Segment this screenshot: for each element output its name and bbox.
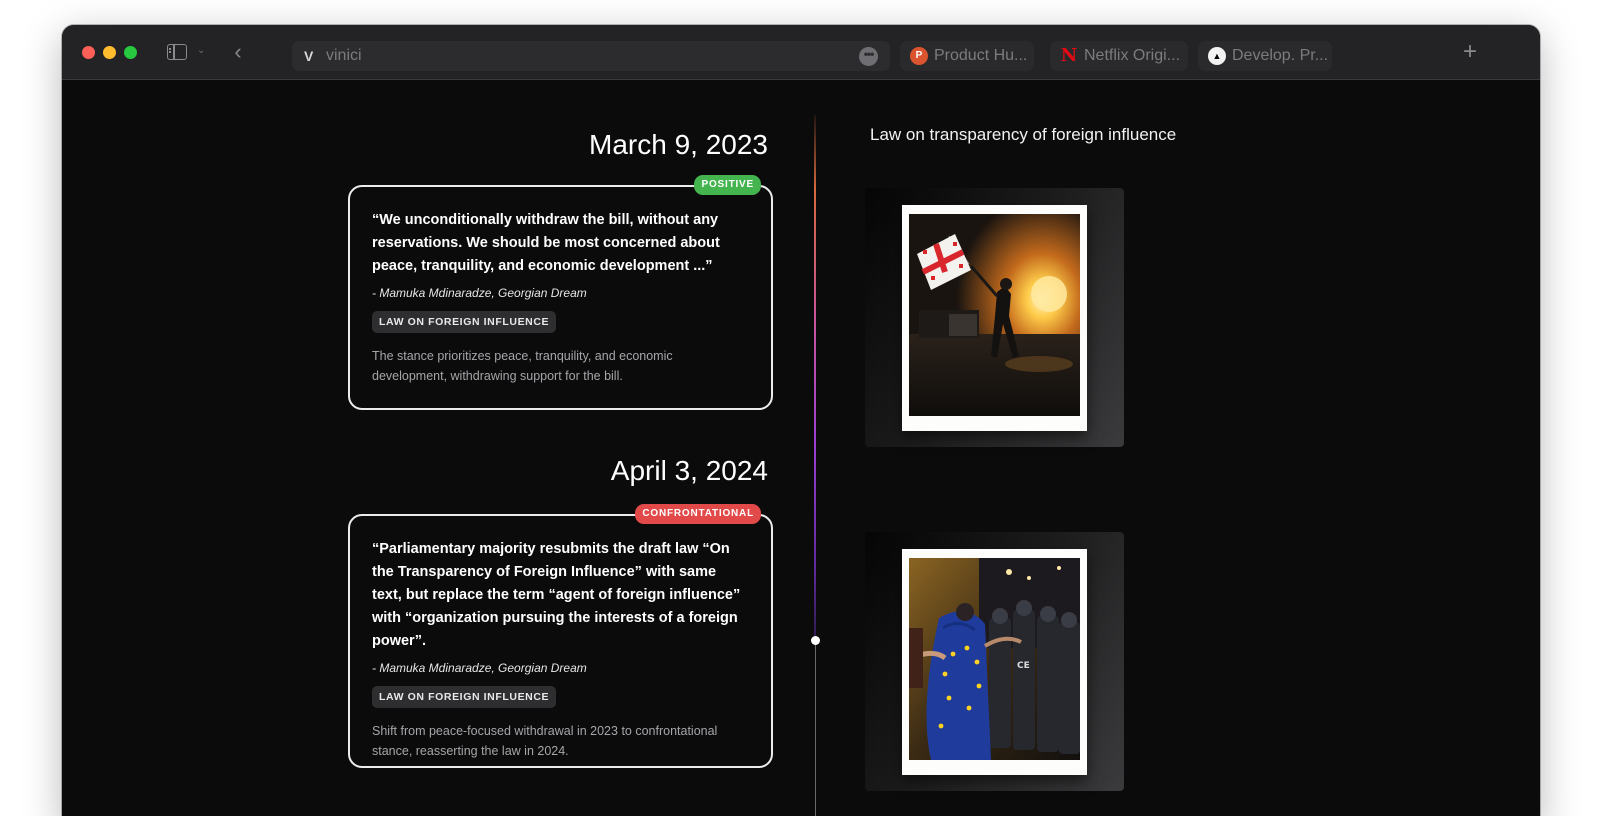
tab-label: Develop. Pr... bbox=[1232, 47, 1329, 64]
statement-card[interactable]: POSITIVE “We unconditionally withdraw th… bbox=[348, 175, 773, 410]
browser-toolbar: ⌄ ‹ V vinici ••• P Product Hu... N Netfl… bbox=[62, 25, 1540, 80]
timeline-line-rest bbox=[815, 645, 816, 816]
close-window-button[interactable] bbox=[82, 46, 95, 59]
product-hunt-icon: P bbox=[910, 47, 928, 65]
address-text[interactable]: vinici bbox=[326, 47, 362, 65]
tab-product-hunt[interactable]: P Product Hu... bbox=[900, 41, 1034, 71]
protest-photo bbox=[909, 214, 1080, 416]
vercel-icon: ▲ bbox=[1208, 47, 1226, 65]
protest-flag-fire-image bbox=[909, 214, 1080, 416]
tab-label: Netflix Origi... bbox=[1084, 47, 1181, 64]
back-button[interactable]: ‹ bbox=[227, 39, 249, 65]
timeline-progress-dot bbox=[811, 636, 820, 645]
photo-panel[interactable] bbox=[865, 188, 1124, 447]
address-bar[interactable]: V vinici ••• bbox=[292, 41, 890, 71]
sentiment-badge: CONFRONTATIONAL bbox=[635, 504, 761, 524]
topic-tag[interactable]: LAW ON FOREIGN INFLUENCE bbox=[372, 686, 557, 708]
chevron-down-icon[interactable]: ⌄ bbox=[197, 45, 205, 56]
tab-label: Product Hu... bbox=[934, 47, 1028, 64]
summary-text: Shift from peace-focused withdrawal in 2… bbox=[372, 724, 718, 758]
section-title: Law on transparency of foreign influence bbox=[870, 125, 1177, 144]
timeline-line bbox=[814, 115, 816, 645]
entry-date: April 3, 2024 bbox=[610, 455, 768, 486]
summary-text: The stance prioritizes peace, tranquilit… bbox=[372, 349, 673, 383]
polaroid-frame: CE bbox=[902, 549, 1087, 775]
netflix-icon: N bbox=[1060, 45, 1078, 66]
statement-card[interactable]: CONFRONTATIONAL “Parliamentary majority … bbox=[348, 504, 773, 768]
polaroid-frame bbox=[902, 205, 1087, 431]
page-content: Law on transparency of foreign influence… bbox=[62, 81, 1540, 816]
browser-window: ⌄ ‹ V vinici ••• P Product Hu... N Netfl… bbox=[62, 25, 1540, 816]
tab-develop[interactable]: ▲ Develop. Pr... bbox=[1198, 41, 1332, 71]
quote-text: “We unconditionally withdraw the bill, w… bbox=[372, 212, 720, 274]
site-favicon-icon: V bbox=[304, 48, 314, 64]
quote-author: - Mamuka Mdinaradze, Georgian Dream bbox=[372, 661, 587, 675]
quote-author: - Mamuka Mdinaradze, Georgian Dream bbox=[372, 286, 587, 300]
entry-date: March 9, 2023 bbox=[589, 129, 768, 160]
new-tab-button[interactable]: + bbox=[1458, 37, 1482, 67]
tab-netflix[interactable]: N Netflix Origi... bbox=[1050, 41, 1188, 71]
more-options-icon[interactable]: ••• bbox=[859, 47, 878, 66]
svg-text:CE: CE bbox=[1017, 661, 1030, 671]
topic-tag[interactable]: LAW ON FOREIGN INFLUENCE bbox=[372, 311, 557, 333]
protest-photo: CE bbox=[909, 558, 1080, 760]
photo-panel[interactable]: CE bbox=[865, 532, 1124, 791]
sentiment-badge: POSITIVE bbox=[694, 175, 761, 195]
minimize-window-button[interactable] bbox=[103, 46, 116, 59]
sidebar-toggle-icon[interactable] bbox=[167, 44, 187, 60]
zoom-window-button[interactable] bbox=[124, 46, 137, 59]
quote-text: “Parliamentary majority resubmits the dr… bbox=[372, 541, 741, 649]
protest-eu-flag-image: CE bbox=[909, 558, 1080, 760]
